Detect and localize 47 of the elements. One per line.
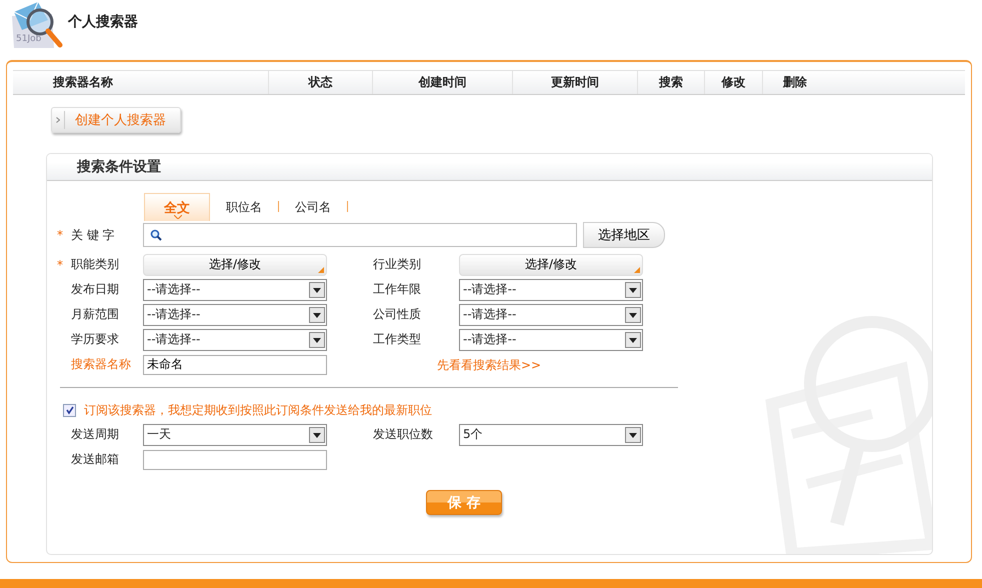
field-label: 月薪范围 — [71, 306, 119, 323]
subscription-label: 订阅该搜索器，我想定期收到按照此订阅条件发送给我的最新职位 — [84, 402, 432, 418]
required-mark: * — [57, 258, 63, 272]
corner-icon — [634, 266, 640, 272]
field-label: 关 键 字 — [71, 226, 116, 244]
field-label: 学历要求 — [71, 331, 119, 348]
field-label: 发布日期 — [71, 281, 119, 298]
column-header: 创建时间 — [373, 71, 513, 94]
chevron-icon — [56, 117, 60, 123]
dropdown[interactable]: --请选择-- — [143, 328, 327, 350]
checkbox[interactable] — [63, 404, 76, 416]
required-mark: * — [57, 228, 64, 242]
column-header: 状态 — [269, 71, 373, 94]
dropdown[interactable]: --请选择-- — [459, 304, 643, 326]
keyword-field[interactable] — [143, 223, 577, 247]
column-header: 修改 — [705, 71, 763, 94]
picker-button[interactable]: 选择/修改 — [143, 254, 327, 276]
caret-icon — [174, 215, 182, 219]
field-label: 工作年限 — [373, 281, 421, 298]
dropdown[interactable]: 一天 — [143, 424, 327, 446]
field-label: 发送职位数 — [373, 426, 433, 443]
tab[interactable]: 职位名 — [210, 193, 278, 221]
field-label: 职能类别 — [71, 256, 119, 273]
dropdown[interactable]: 5个 — [459, 424, 643, 446]
column-header: 搜索器名称 — [13, 71, 269, 94]
picker-button[interactable]: 选择/修改 — [459, 254, 643, 276]
section-title: 搜索条件设置 — [77, 158, 161, 176]
search-icon — [150, 229, 162, 241]
field-label: 发送周期 — [71, 426, 119, 443]
field-label: 行业类别 — [373, 256, 421, 273]
field-label: 公司性质 — [373, 306, 421, 323]
field-label: 工作类型 — [373, 331, 421, 348]
dropdown[interactable]: --请选择-- — [143, 278, 327, 300]
dropdown[interactable]: --请选择-- — [459, 278, 643, 300]
dropdown[interactable]: --请选择-- — [143, 304, 327, 326]
input-field[interactable] — [143, 450, 327, 470]
tab[interactable]: 公司名 — [279, 193, 347, 221]
column-header: 更新时间 — [513, 71, 638, 94]
region-button[interactable]: 选择地区 — [583, 222, 665, 248]
column-header: 搜索 — [638, 71, 705, 94]
input-field[interactable]: 未命名 — [143, 354, 327, 374]
page-title: 个人搜索器 — [68, 13, 138, 31]
corner-icon — [318, 266, 324, 272]
field-label: 搜索器名称 — [71, 356, 131, 373]
dropdown[interactable]: --请选择-- — [459, 328, 643, 350]
column-header: 删除 — [782, 74, 808, 91]
field-label: 发送邮箱 — [71, 451, 119, 468]
